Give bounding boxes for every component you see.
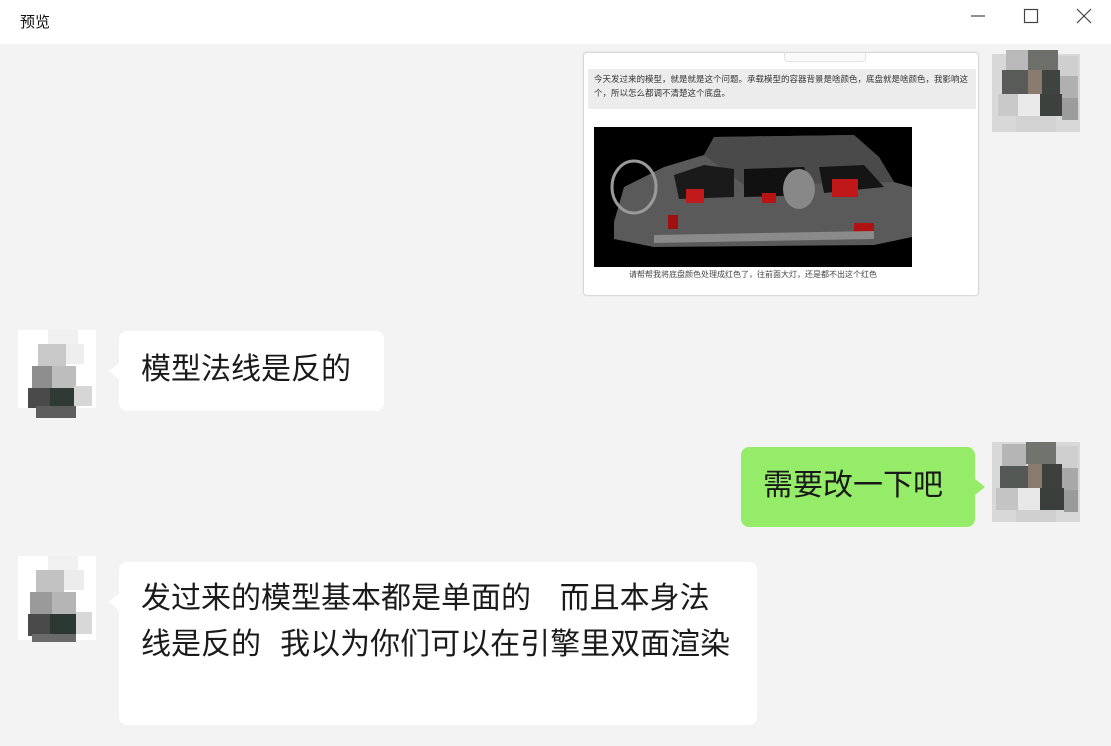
- maximize-icon: [1023, 8, 1039, 24]
- car-image-frame: 请帮帮我将底盘颜色处理成红色了，往前面大灯，还是都不出这个红色: [590, 121, 916, 291]
- bubble-tail: [109, 594, 119, 610]
- quoted-text: 今天发过来的模型，就是就是这个问题。承载模型的容器背景是啥颜色，底盘就是啥颜色，…: [588, 69, 976, 109]
- avatar-contact[interactable]: [18, 556, 96, 644]
- bubble-tail: [975, 479, 985, 495]
- bubble-tail: [109, 363, 119, 379]
- message-text: 需要改一下吧: [763, 468, 943, 503]
- image-caption: 请帮帮我将底盘颜色处理成红色了，往前面大灯，还是都不出这个红色: [629, 270, 877, 279]
- message-bubble-incoming[interactable]: 模型法线是反的: [119, 331, 384, 411]
- maximize-button[interactable]: [1011, 2, 1051, 32]
- minimize-button[interactable]: [958, 2, 998, 32]
- close-icon: [1076, 8, 1092, 24]
- message-text: 模型法线是反的: [141, 352, 351, 387]
- close-button[interactable]: [1064, 2, 1104, 32]
- window-title: 预览: [20, 13, 51, 31]
- message-text: 发过来的模型基本都是单面的 而且本身法线是反的 我以为你们可以在引擎里双面渲染: [141, 581, 731, 662]
- avatar-self[interactable]: [992, 436, 1080, 524]
- car-chassis-render: [594, 127, 912, 267]
- title-bar: 预览: [0, 0, 1111, 44]
- quoted-screenshot-image[interactable]: 今天发过来的模型，就是就是这个问题。承载模型的容器背景是啥颜色，底盘就是啥颜色，…: [583, 52, 979, 296]
- avatar-contact[interactable]: [18, 330, 96, 418]
- message-bubble-incoming[interactable]: 发过来的模型基本都是单面的 而且本身法线是反的 我以为你们可以在引擎里双面渲染: [119, 562, 757, 725]
- avatar-self[interactable]: [992, 46, 1080, 134]
- card-header-tab: [784, 53, 866, 62]
- preview-window: 预览 今天发过来的模型，就是就是这个问题。承载模型的容器背景是啥颜色，底盘就是啥…: [0, 0, 1111, 746]
- minimize-icon: [971, 15, 985, 17]
- message-bubble-outgoing[interactable]: 需要改一下吧: [741, 447, 975, 527]
